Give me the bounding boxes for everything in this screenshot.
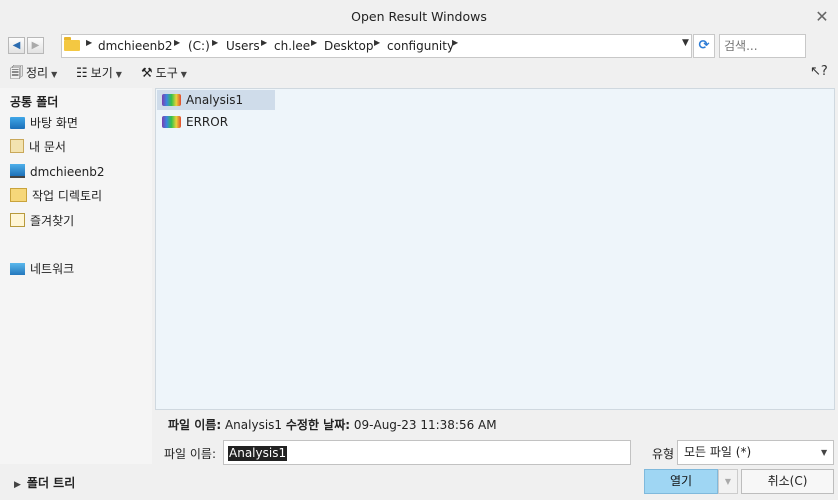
address-dropdown-icon[interactable]: ▼ [682, 38, 689, 48]
file-list[interactable] [155, 88, 835, 410]
breadcrumb-arrow-icon[interactable]: ▶ [374, 38, 380, 47]
chevron-down-icon: ▼ [51, 70, 58, 79]
result-file-icon [162, 94, 181, 106]
breadcrumb-users[interactable]: Users [226, 37, 260, 55]
open-button[interactable]: 열기 [644, 469, 718, 494]
sidebar-item-documents[interactable]: 내 문서 [10, 137, 66, 157]
folder-tree-toggle[interactable]: ▶ 폴더 트리 [14, 474, 75, 491]
sidebar-item-favorites[interactable]: 즐겨찾기 [10, 211, 74, 231]
window-title: Open Result Windows [351, 9, 487, 24]
view-menu[interactable]: ☷ 보기 ▼ [76, 63, 122, 83]
filename-value[interactable]: Analysis1 [228, 446, 288, 461]
computer-icon [10, 164, 25, 178]
back-button[interactable]: ◀ [8, 37, 25, 54]
result-file-icon [162, 116, 181, 128]
filetype-select[interactable]: 모든 파일 (*) [677, 440, 834, 465]
favorites-icon [10, 213, 25, 227]
open-dropdown-button[interactable]: ▼ [718, 469, 738, 494]
filetype-label: 유형 [652, 447, 675, 461]
breadcrumb-computer[interactable]: dmchieenb2 [98, 37, 172, 55]
desktop-icon [10, 117, 25, 129]
cancel-button[interactable]: 취소(C) [741, 469, 834, 494]
arrow-left-icon: ◀ [12, 40, 21, 51]
arrow-right-icon: ▶ [31, 40, 40, 51]
documents-icon [10, 139, 24, 153]
breadcrumb-arrow-icon[interactable]: ▶ [86, 38, 92, 47]
file-item-analysis1[interactable]: Analysis1 [157, 90, 275, 110]
chevron-down-icon: ▼ [180, 70, 187, 79]
view-icon: ☷ [76, 65, 88, 81]
sidebar-item-working-directory[interactable]: 작업 디렉토리 [10, 186, 102, 206]
sidebar-item-computer[interactable]: dmchieenb2 [10, 162, 104, 182]
breadcrumb-arrow-icon[interactable]: ▶ [311, 38, 317, 47]
folder-icon [64, 37, 80, 51]
forward-button[interactable]: ▶ [27, 37, 44, 54]
breadcrumb-user[interactable]: ch.lee [274, 37, 310, 55]
close-button[interactable]: ✕ [810, 6, 834, 28]
working-dir-icon [10, 188, 27, 202]
search-input[interactable] [719, 34, 806, 58]
chevron-down-icon[interactable]: ▼ [821, 448, 827, 457]
network-icon [10, 263, 25, 275]
expand-arrow-icon: ▶ [14, 480, 21, 490]
refresh-button[interactable]: ⟳ [693, 34, 715, 58]
help-pointer-icon[interactable]: ↖? [810, 64, 828, 79]
refresh-icon: ⟳ [698, 38, 710, 53]
breadcrumb-arrow-icon[interactable]: ▶ [261, 38, 267, 47]
breadcrumb-arrow-icon[interactable]: ▶ [452, 38, 458, 47]
chevron-down-icon: ▼ [724, 477, 732, 486]
tools-icon: ⚒ [141, 65, 153, 81]
sidebar-item-desktop[interactable]: 바탕 화면 [10, 113, 78, 133]
filename-label: 파일 이름: [164, 447, 217, 461]
sidebar-item-network[interactable]: 네트워크 [10, 259, 74, 279]
breadcrumb-arrow-icon[interactable]: ▶ [174, 38, 180, 47]
file-item-error[interactable]: ERROR [157, 112, 275, 132]
breadcrumb-desktop[interactable]: Desktop [324, 37, 374, 55]
breadcrumb-folder[interactable]: configunity [387, 37, 454, 55]
organize-icon: 🗐 [10, 65, 23, 81]
chevron-down-icon: ▼ [115, 70, 122, 79]
organize-menu[interactable]: 🗐 정리 ▼ [10, 63, 57, 83]
breadcrumb-drive[interactable]: (C:) [188, 37, 210, 55]
tools-menu[interactable]: ⚒ 도구 ▼ [141, 63, 187, 83]
file-info: 파일 이름: Analysis1 수정한 날짜: 09-Aug-23 11:38… [168, 418, 497, 432]
breadcrumb-arrow-icon[interactable]: ▶ [212, 38, 218, 47]
sidebar-section-title: 공통 폴더 [10, 95, 59, 109]
